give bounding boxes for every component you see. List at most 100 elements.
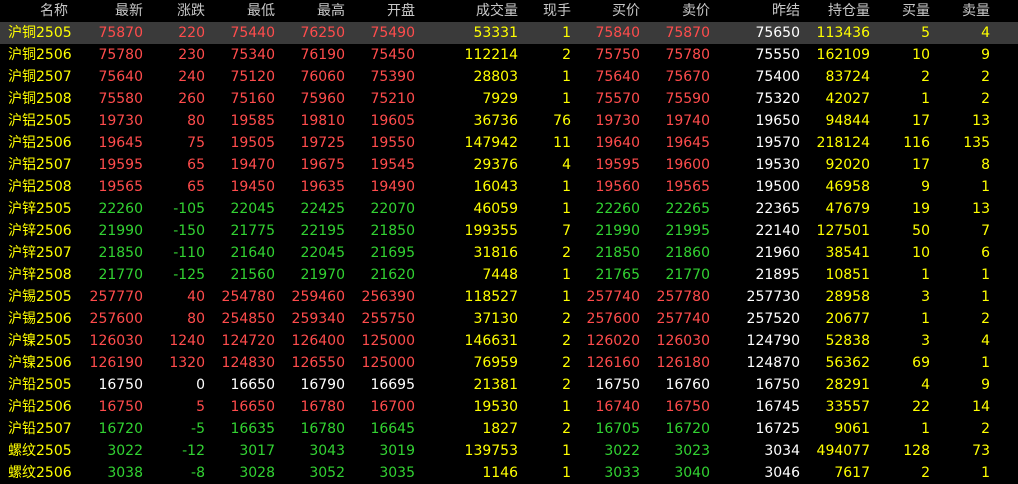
- current-hand: 2: [562, 355, 571, 371]
- prev-settle: 75650: [755, 25, 800, 41]
- table-row[interactable]: 沪锌2507 21850 -110 21640 22045 21695 31816 2 2185…: [0, 242, 1018, 264]
- ask-volume: 2: [981, 91, 990, 107]
- column-header-volume[interactable]: 成交量: [430, 0, 518, 22]
- table-row[interactable]: 沪铅2507 16720 -5 16635 16780 16645 1827 2 16705 16…: [0, 418, 1018, 440]
- open-price: 125000: [361, 333, 415, 349]
- table-row[interactable]: 沪锡2506 257600 80 254850 259340 255750 37130 2 25…: [0, 308, 1018, 330]
- ask-volume: 4: [981, 333, 990, 349]
- ask-volume: 9: [981, 377, 990, 393]
- high-price: 76250: [300, 25, 345, 41]
- table-row[interactable]: 沪铝2508 19565 65 19450 19635 19490 16043 1 19560 1…: [0, 176, 1018, 198]
- column-header-open-interest[interactable]: 持仓量: [800, 0, 870, 22]
- table-row[interactable]: 沪铜2508 75580 260 75160 75960 75210 7929 1 75570 7…: [0, 88, 1018, 110]
- open-interest: 494077: [816, 443, 870, 459]
- table-row[interactable]: 沪镍2506 126190 1320 124830 126550 125000 76959 2…: [0, 352, 1018, 374]
- open-price: 21695: [370, 245, 415, 261]
- table-row[interactable]: 沪锌2508 21770 -125 21560 21970 21620 7448 1 21765…: [0, 264, 1018, 286]
- bid-volume: 10: [912, 245, 930, 261]
- ask-price: 75780: [665, 47, 710, 63]
- column-header-prev-settle[interactable]: 昨结: [715, 0, 800, 22]
- ask-price: 16720: [665, 421, 710, 437]
- column-header-bid[interactable]: 买价: [575, 0, 640, 22]
- table-row[interactable]: 沪锌2506 21990 -150 21775 22195 21850 199355 7 219…: [0, 220, 1018, 242]
- bid-price: 16705: [595, 421, 640, 437]
- last-price: 22260: [98, 201, 143, 217]
- last-price: 16750: [98, 377, 143, 393]
- low-price: 124720: [221, 333, 275, 349]
- ask-price: 19565: [665, 179, 710, 195]
- last-price: 257770: [89, 289, 143, 305]
- table-row[interactable]: 沪锌2505 22260 -105 22045 22425 22070 46059 1 2226…: [0, 198, 1018, 220]
- last-price: 21850: [98, 245, 143, 261]
- table-row[interactable]: 螺纹2505 3022 -12 3017 3043 3019 139753 1 3022 3023…: [0, 440, 1018, 462]
- column-header-change[interactable]: 涨跌: [150, 0, 205, 22]
- ask-volume: 13: [972, 201, 990, 217]
- last-price: 3022: [107, 443, 143, 459]
- volume: 112214: [464, 47, 518, 63]
- current-hand: 1: [562, 69, 571, 85]
- high-price: 126550: [291, 355, 345, 371]
- last-price: 19645: [98, 135, 143, 151]
- bid-price: 257740: [586, 289, 640, 305]
- ask-volume: 73: [972, 443, 990, 459]
- high-price: 76190: [300, 47, 345, 63]
- column-header-ask-volume[interactable]: 卖量: [935, 0, 990, 22]
- price-change: 65: [187, 157, 205, 173]
- ask-volume: 4: [981, 25, 990, 41]
- price-change: 0: [196, 377, 205, 393]
- prev-settle: 22365: [755, 201, 800, 217]
- volume: 199355: [464, 223, 518, 239]
- low-price: 75340: [230, 47, 275, 63]
- open-price: 3019: [379, 443, 415, 459]
- table-row[interactable]: 沪镍2505 126030 1240 124720 126400 125000 146631…: [0, 330, 1018, 352]
- table-row[interactable]: 沪铝2507 19595 65 19470 19675 19545 29376 4 19595 1…: [0, 154, 1018, 176]
- volume: 46059: [473, 201, 518, 217]
- table-row[interactable]: 沪铜2506 75780 230 75340 76190 75450 112214 2 7575…: [0, 44, 1018, 66]
- ask-price: 257780: [656, 289, 710, 305]
- price-change: 5: [196, 399, 205, 415]
- table-row[interactable]: 沪铝2505 19730 80 19585 19810 19605 36736 76 19730…: [0, 110, 1018, 132]
- price-change: -110: [173, 245, 205, 261]
- futures-quote-board: 名称 最新 涨跌 最低 最高 开盘 成交量 现手 买价 卖价 昨结 持仓量 买量…: [0, 0, 1018, 481]
- high-price: 21970: [300, 267, 345, 283]
- low-price: 75160: [230, 91, 275, 107]
- current-hand: 2: [562, 421, 571, 437]
- table-row[interactable]: 沪铅2505 16750 0 16650 16790 16695 21381 2 16750 16…: [0, 374, 1018, 396]
- column-header-current-hand[interactable]: 现手: [525, 0, 571, 22]
- price-change: 75: [187, 135, 205, 151]
- last-price: 21990: [98, 223, 143, 239]
- price-change: 1320: [169, 355, 205, 371]
- open-interest: 94844: [825, 113, 870, 129]
- bid-price: 16740: [595, 399, 640, 415]
- low-price: 19505: [230, 135, 275, 151]
- column-header-low[interactable]: 最低: [205, 0, 275, 22]
- low-price: 16650: [230, 377, 275, 393]
- current-hand: 1: [562, 201, 571, 217]
- column-header-high[interactable]: 最高: [275, 0, 345, 22]
- open-price: 125000: [361, 355, 415, 371]
- current-hand: 76: [553, 113, 571, 129]
- bid-price: 16750: [595, 377, 640, 393]
- price-change: 260: [178, 91, 205, 107]
- table-row[interactable]: 沪铜2505 75870 220 75440 76250 75490 53331 1 75840…: [0, 22, 1018, 44]
- open-price: 75450: [370, 47, 415, 63]
- table-row[interactable]: 沪铅2506 16750 5 16650 16780 16700 19530 1 16740 16…: [0, 396, 1018, 418]
- column-header-open[interactable]: 开盘: [345, 0, 415, 22]
- low-price: 16635: [230, 421, 275, 437]
- open-interest: 10851: [825, 267, 870, 283]
- column-header-bid-volume[interactable]: 买量: [875, 0, 930, 22]
- column-header-last[interactable]: 最新: [70, 0, 143, 22]
- column-header-ask[interactable]: 卖价: [645, 0, 710, 22]
- prev-settle: 19500: [755, 179, 800, 195]
- table-row[interactable]: 沪铝2506 19645 75 19505 19725 19550 147942 11 1964…: [0, 132, 1018, 154]
- high-price: 22195: [300, 223, 345, 239]
- last-price: 16720: [98, 421, 143, 437]
- table-row[interactable]: 沪锡2505 257770 40 254780 259460 256390 118527 1 2…: [0, 286, 1018, 308]
- high-price: 19675: [300, 157, 345, 173]
- price-change: -150: [173, 223, 205, 239]
- ask-volume: 135: [963, 135, 990, 151]
- last-price: 19595: [98, 157, 143, 173]
- volume: 146631: [464, 333, 518, 349]
- bid-price: 21990: [595, 223, 640, 239]
- table-row[interactable]: 沪铜2507 75640 240 75120 76060 75390 28803 1 75640…: [0, 66, 1018, 88]
